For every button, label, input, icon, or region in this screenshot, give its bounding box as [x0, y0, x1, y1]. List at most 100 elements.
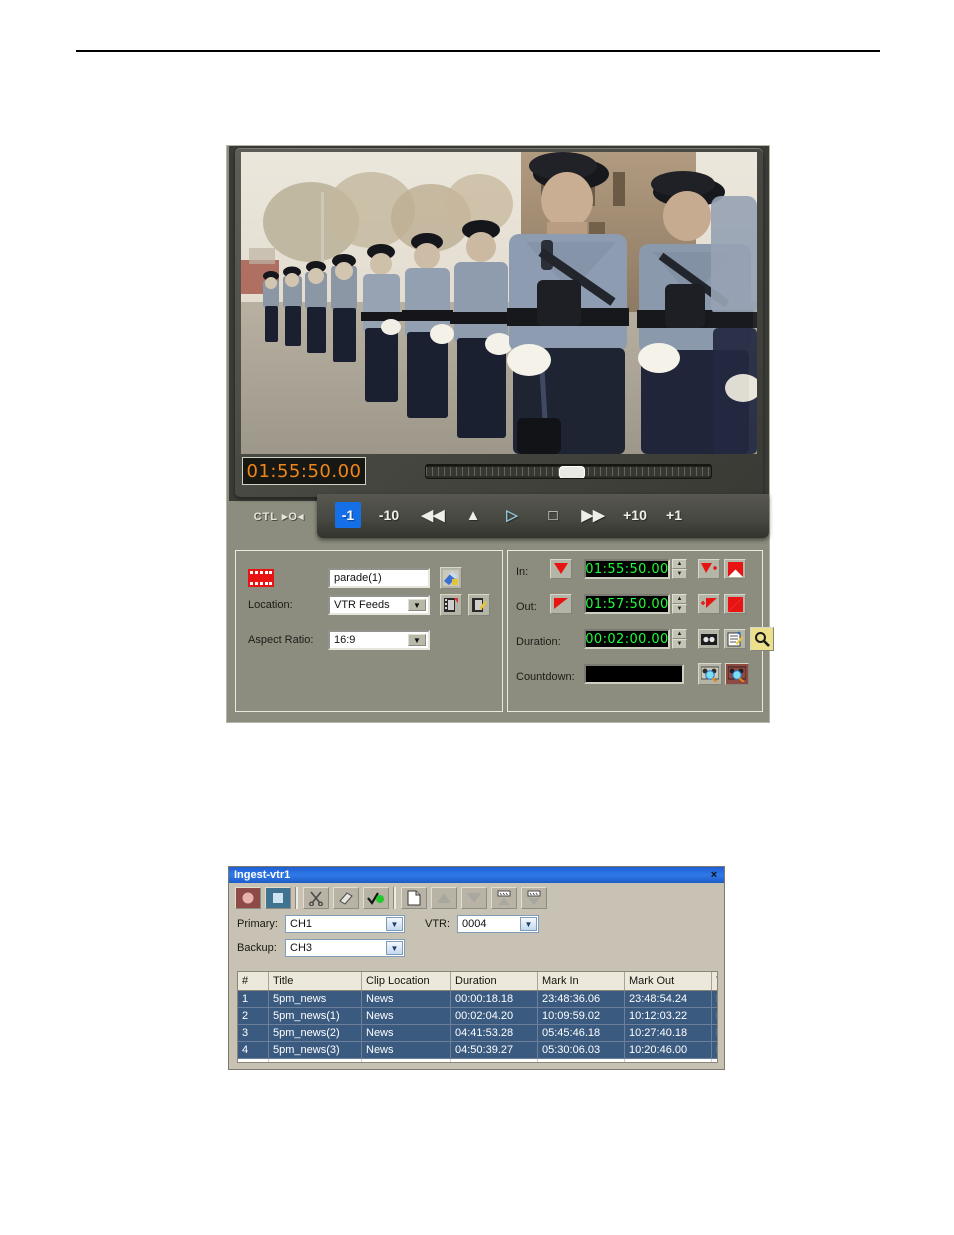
aspect-ratio-select[interactable]: 16:9 ▼	[328, 630, 430, 650]
clip-name-input[interactable]: parade(1)	[328, 568, 430, 588]
jog-shuttle-slider[interactable]	[425, 464, 712, 479]
move-to-top-button[interactable]	[491, 887, 517, 909]
edit-location-button[interactable]	[468, 594, 490, 616]
backup-channel-select[interactable]: CH3 ▼	[285, 939, 405, 957]
goto-mark-in-button[interactable]	[698, 559, 720, 579]
table-row[interactable]: 4 5pm_news(3) News 04:50:39.27 05:30:06.03 10…	[238, 1041, 717, 1059]
column-header-mark-in[interactable]: Mark In	[537, 972, 625, 991]
clip-table: # Title Clip Location Duration Mark In M…	[238, 972, 717, 1062]
eject-button[interactable]: ▲	[459, 502, 487, 528]
spinner-down-icon[interactable]: ▼	[672, 639, 687, 649]
mark-out-spinner[interactable]: ▲ ▼	[672, 594, 687, 614]
table-row-empty[interactable]	[238, 1058, 717, 1062]
table-row[interactable]: 1 5pm_news News 00:00:18.18 23:48:36.06 23:48…	[238, 990, 717, 1008]
browse-location-button[interactable]	[440, 594, 462, 616]
table-cell: News	[361, 990, 451, 1008]
chevron-down-icon[interactable]: ▼	[386, 941, 403, 955]
location-value: VTR Feeds	[334, 599, 390, 611]
clear-mark-in-button[interactable]	[724, 559, 746, 579]
step-back-10-button[interactable]: -10	[373, 502, 405, 528]
move-down-button[interactable]	[461, 887, 487, 909]
preview-countdown-button[interactable]	[698, 663, 722, 685]
column-header-duration[interactable]: Duration	[450, 972, 538, 991]
table-cell: News	[361, 1041, 451, 1059]
set-mark-in-button[interactable]	[550, 559, 572, 579]
chevron-down-icon[interactable]: ▼	[520, 917, 537, 931]
mark-in-timecode[interactable]: 01:55:50.00	[584, 559, 670, 579]
aspect-ratio-value: 16:9	[334, 634, 356, 646]
table-cell: 00:00:18.18	[450, 990, 538, 1008]
cut-button[interactable]	[303, 887, 329, 909]
duration-timecode[interactable]: 00:02:00.00	[584, 629, 670, 649]
table-row[interactable]: 2 5pm_news(1) News 00:02:04.20 10:09:59.02 10…	[238, 1007, 717, 1025]
chevron-down-icon[interactable]: ▼	[408, 634, 426, 646]
move-up-button[interactable]	[431, 887, 457, 909]
mark-in-spinner[interactable]: ▲ ▼	[672, 559, 687, 579]
column-header-title[interactable]: Title	[268, 972, 362, 991]
primary-channel-select[interactable]: CH1 ▼	[285, 915, 405, 933]
mark-out-timecode[interactable]: 01:57:50.00	[584, 594, 670, 614]
table-cell-empty	[450, 1058, 538, 1062]
mark-out-label: Out:	[516, 601, 537, 613]
set-mark-out-button[interactable]	[550, 594, 572, 614]
table-cell: 04:50:39.27	[450, 1041, 538, 1059]
chevron-down-icon[interactable]: ▼	[386, 917, 403, 931]
ingest-clip-grid[interactable]: # Title Clip Location Duration Mark In M…	[237, 971, 718, 1063]
shuttle-thumb[interactable]	[559, 466, 585, 478]
spinner-down-icon[interactable]: ▼	[672, 604, 687, 614]
spinner-up-icon[interactable]: ▲	[672, 594, 687, 604]
table-cell: 5pm_news(1)	[268, 1007, 362, 1025]
window-title-bar[interactable]: Ingest-vtr1	[229, 867, 724, 883]
vtr-select[interactable]: 0004 ▼	[457, 915, 539, 933]
goto-mark-out-button[interactable]	[698, 594, 720, 614]
column-header-clip-location[interactable]: Clip Location	[361, 972, 451, 991]
cassette-icon-button[interactable]	[698, 629, 720, 649]
record-button[interactable]	[235, 887, 261, 909]
clip-properties-button[interactable]	[440, 567, 462, 589]
video-preview[interactable]	[241, 152, 757, 454]
move-to-bottom-button[interactable]	[521, 887, 547, 909]
step-back-1-button[interactable]: -1	[335, 502, 361, 528]
table-cell: LTC	[711, 1041, 717, 1059]
search-clip-button[interactable]	[750, 627, 774, 651]
column-header-time-source[interactable]: Time Sou	[711, 972, 717, 991]
table-cell: 23:48:54.24	[624, 990, 712, 1008]
play-button[interactable]: ▷	[497, 502, 527, 528]
erase-button[interactable]	[333, 887, 359, 909]
clear-mark-out-button[interactable]	[724, 594, 746, 614]
window-title: Ingest-vtr1	[234, 869, 291, 881]
fast-forward-button[interactable]: ▶▶	[577, 502, 609, 528]
table-row[interactable]: 3 5pm_news(2) News 04:41:53.28 05:45:46.18 10…	[238, 1024, 717, 1042]
table-cell: 5pm_news(3)	[268, 1041, 362, 1059]
column-header-mark-out[interactable]: Mark Out	[624, 972, 712, 991]
video-monitor-shell: 01:55:50.00	[229, 146, 769, 501]
table-cell-empty	[238, 1058, 269, 1062]
countdown-timecode[interactable]	[584, 664, 684, 684]
new-page-button[interactable]	[401, 887, 427, 909]
spinner-up-icon[interactable]: ▲	[672, 559, 687, 569]
column-header-index[interactable]: #	[238, 972, 269, 991]
rewind-button[interactable]: ◀◀	[417, 502, 449, 528]
toolbar-separator	[393, 887, 396, 909]
stop-button[interactable]: □	[539, 502, 567, 528]
locate-countdown-button[interactable]	[725, 663, 749, 685]
current-timecode-display: 01:55:50.00	[242, 457, 366, 485]
stop-button[interactable]	[265, 887, 291, 909]
duration-spinner[interactable]: ▲ ▼	[672, 629, 687, 649]
spinner-down-icon[interactable]: ▼	[672, 569, 687, 579]
step-forward-10-button[interactable]: +10	[619, 502, 651, 528]
step-forward-1-button[interactable]: +1	[661, 502, 687, 528]
table-cell: 2	[238, 1007, 269, 1025]
validate-button[interactable]	[363, 887, 389, 909]
table-cell: 23:48:36.06	[537, 990, 625, 1008]
location-select[interactable]: VTR Feeds ▼	[328, 595, 430, 615]
close-icon[interactable]: ×	[707, 867, 721, 883]
table-cell: News	[361, 1007, 451, 1025]
primary-channel-value: CH1	[290, 918, 313, 930]
edit-list-button[interactable]	[724, 629, 746, 649]
chevron-down-icon[interactable]: ▼	[408, 599, 426, 611]
spinner-up-icon[interactable]: ▲	[672, 629, 687, 639]
table-cell: 05:30:06.03	[537, 1041, 625, 1059]
table-cell: 10:20:46.00	[624, 1041, 712, 1059]
clip-identity-group: parade(1) Location: VTR Feeds ▼ Aspect R…	[235, 550, 503, 712]
